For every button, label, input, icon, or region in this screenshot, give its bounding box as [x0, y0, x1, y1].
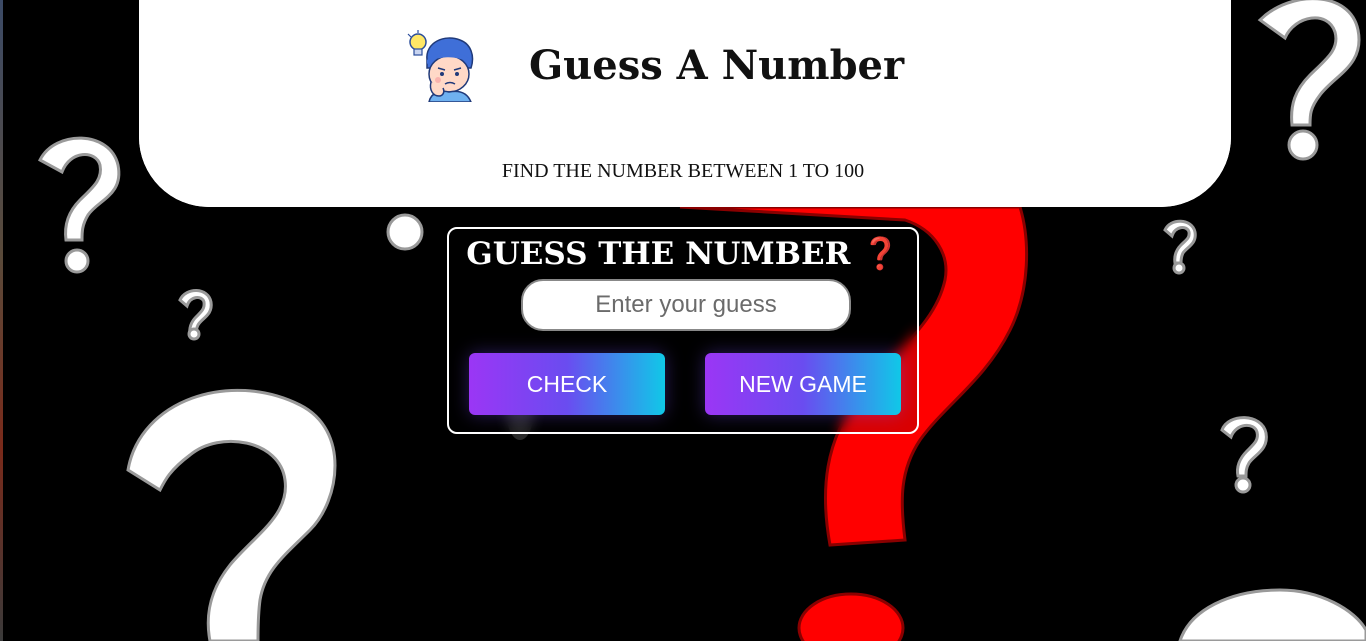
- page-title: Guess A Number: [529, 42, 905, 89]
- new-game-button[interactable]: NEW GAME: [705, 353, 901, 415]
- panel-title: GUESS THE NUMBER ❓: [449, 235, 917, 272]
- page-subtitle: FIND THE NUMBER BETWEEN 1 TO 100: [501, 160, 865, 182]
- panel-title-part2: NUMBER: [685, 236, 851, 272]
- app-stage: Guess A Number FIND THE NUMBER BETWEEN 1…: [0, 0, 1366, 641]
- guess-input[interactable]: [521, 279, 851, 331]
- check-button[interactable]: CHECK: [469, 353, 665, 415]
- red-question-mark-icon: ❓: [861, 236, 900, 272]
- game-panel: GUESS THE NUMBER ❓ CHECK NEW GAME: [447, 227, 919, 434]
- thinking-boy-with-lightbulb-icon: [407, 30, 474, 102]
- panel-title-part1: GUESS THE: [466, 236, 686, 272]
